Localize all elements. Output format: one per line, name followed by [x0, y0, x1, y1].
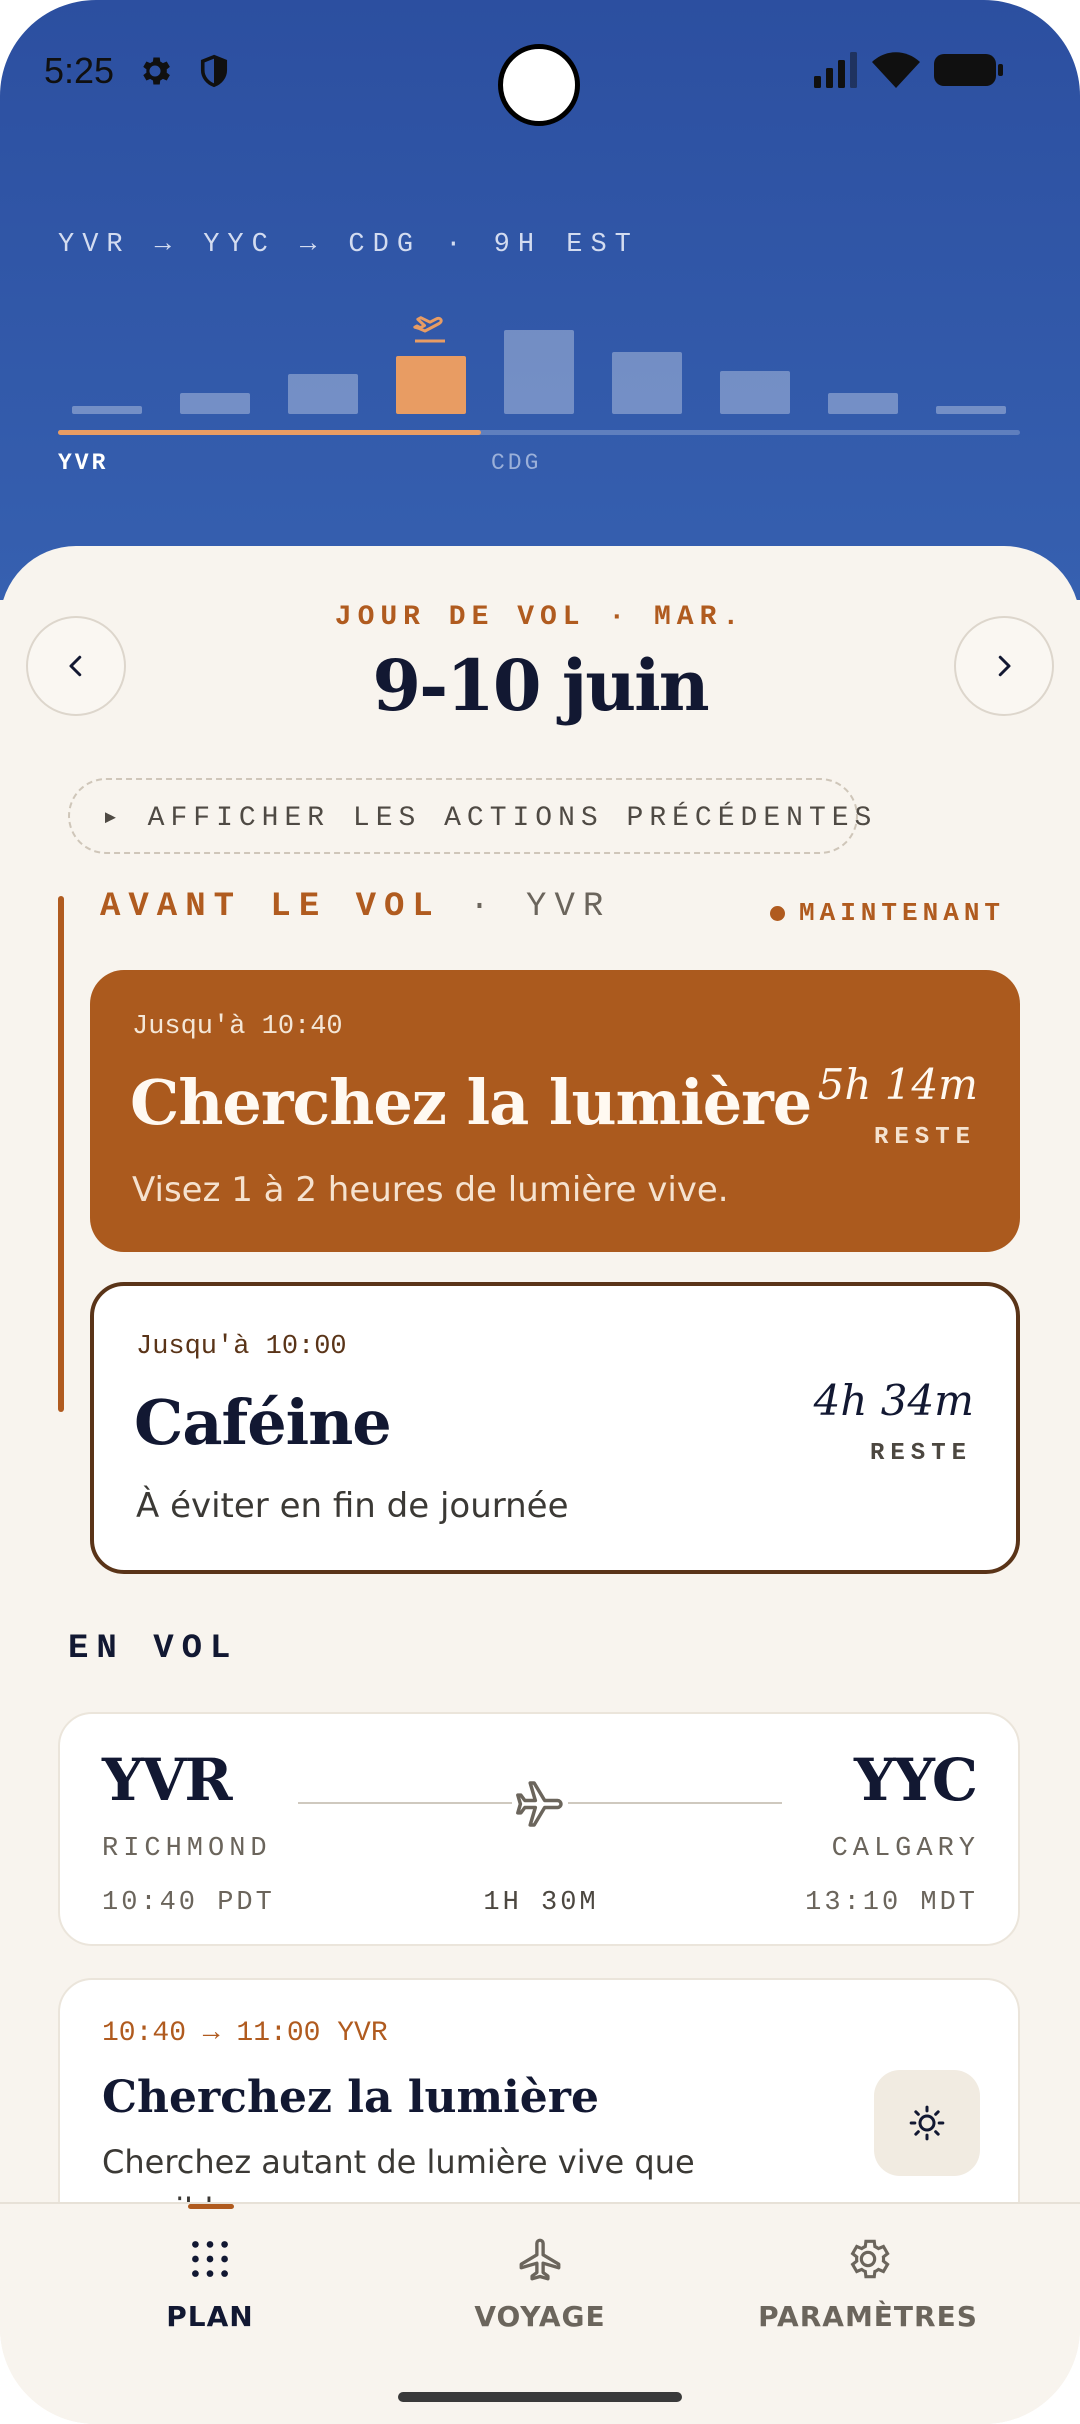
light-action-card[interactable]: Jusqu'à 10:40 Cherchez la lumière Visez …: [90, 970, 1020, 1252]
now-label: MAINTENANT: [799, 898, 1006, 928]
before-flight-airport: · YVR: [469, 888, 612, 926]
status-bar: 5:25: [0, 0, 1080, 140]
rec-icon-tile: [874, 2070, 980, 2176]
sun-icon: [909, 2105, 945, 2141]
day-kicker: JOUR DE VOL · MAR.: [334, 602, 746, 633]
flight-header: 5:25 YVR → YYC → CDG · 9H EST YVR CDG: [0, 0, 1080, 600]
hour-bar: [720, 371, 790, 414]
card-title: Caféine: [134, 1386, 392, 1459]
tab-label: PLAN: [166, 2300, 254, 2333]
settings-status-icon: [143, 57, 170, 85]
status-time: 5:25: [44, 50, 115, 91]
tab-voyage[interactable]: VOYAGE: [390, 2204, 690, 2354]
tab-label: PARAMÈTRES: [758, 2300, 978, 2333]
plan-sheet: JOUR DE VOL · MAR. 9-10 juin ▸ AFFICHER …: [0, 546, 1080, 2424]
card-remaining-time: 5h 14m: [817, 1060, 978, 1109]
now-badge: MAINTENANT: [770, 898, 1005, 928]
card-remaining-label: RESTE: [873, 1124, 976, 1151]
origin-axis-label: YVR: [58, 450, 109, 476]
plane-marker-icon: [413, 316, 445, 343]
gear-icon: [850, 2239, 890, 2279]
hour-bar: [180, 393, 250, 414]
wifi-icon: [872, 52, 920, 88]
tab-plan[interactable]: PLAN: [60, 2204, 360, 2354]
shield-status-icon: [200, 54, 228, 88]
hour-bar: [396, 356, 466, 414]
hour-bar: [828, 393, 898, 414]
destination-code: YYC: [854, 1746, 978, 1814]
tab-parametres[interactable]: PARAMÈTRES: [718, 2204, 1018, 2354]
active-tab-indicator: [188, 2204, 234, 2209]
bottom-navigation: PLAN VOYAGE PARAMÈTRES: [0, 2202, 1080, 2424]
hour-bar: [504, 330, 574, 414]
signal-icon: [814, 52, 857, 88]
home-indicator[interactable]: [398, 2392, 682, 2402]
battery-icon: [934, 54, 1003, 86]
now-dot-icon: [770, 905, 785, 921]
hour-bar: [72, 406, 142, 414]
tab-label: VOYAGE: [474, 2300, 606, 2333]
card-title: Cherchez la lumière: [130, 1066, 812, 1139]
card-subtitle: Visez 1 à 2 heures de lumière vive.: [132, 1170, 729, 1210]
trip-progress-track: [58, 430, 1020, 435]
card-deadline: Jusqu'à 10:00: [136, 1332, 347, 1362]
in-flight-heading: EN VOL: [68, 1630, 239, 1668]
flight-duration: 1H 30M: [483, 1888, 599, 1918]
card-remaining-time: 4h 34m: [813, 1376, 974, 1425]
show-previous-actions-button[interactable]: ▸ AFFICHER LES ACTIONS PRÉCÉDENTES: [68, 778, 871, 854]
trip-progress-fill: [58, 430, 482, 435]
card-remaining-label: RESTE: [869, 1440, 972, 1467]
origin-city: RICHMOND: [102, 1834, 272, 1864]
origin-code: YVR: [102, 1746, 233, 1814]
jetlag-bar-chart: [0, 300, 1080, 470]
rec-title: Cherchez la lumière: [102, 2072, 599, 2123]
destination-city: CALGARY: [831, 1834, 980, 1864]
airplane-icon: [516, 1781, 563, 1827]
destination-axis-label: CDG: [491, 450, 542, 476]
card-deadline: Jusqu'à 10:40: [132, 1012, 343, 1042]
rec-time-window: 10:40 → 11:00 YVR: [102, 2018, 388, 2049]
airplane-icon: [519, 2238, 561, 2281]
route-summary: YVR → YYC → CDG · 9H EST: [58, 230, 639, 260]
phone-screen: 5:25 YVR → YYC → CDG · 9H EST YVR CDG JO…: [0, 0, 1080, 2424]
in-flight-light-card[interactable]: 10:40 → 11:00 YVR Cherchez la lumière Ch…: [58, 1978, 1020, 2238]
flight-segment-card[interactable]: YVR RICHMOND 10:40 PDT YYC CALGARY 13:10…: [58, 1712, 1020, 1946]
hour-bar: [288, 374, 358, 414]
day-title: 9-10 juin: [372, 644, 709, 727]
hour-bar: [612, 352, 682, 414]
timeline-now-line: [58, 896, 64, 1412]
before-flight-heading: AVANT LE VOL · YVR: [100, 888, 611, 926]
route-line-left: [298, 1802, 512, 1804]
card-subtitle: À éviter en fin de journée: [136, 1486, 569, 1526]
grid-dots-icon: [192, 2241, 228, 2277]
hour-bar: [936, 406, 1006, 414]
before-flight-label: AVANT LE VOL: [100, 888, 441, 926]
caffeine-action-card[interactable]: Jusqu'à 10:00 Caféine À éviter en fin de…: [90, 1282, 1020, 1574]
camera-cutout: [498, 44, 580, 126]
route-line-right: [568, 1802, 782, 1804]
